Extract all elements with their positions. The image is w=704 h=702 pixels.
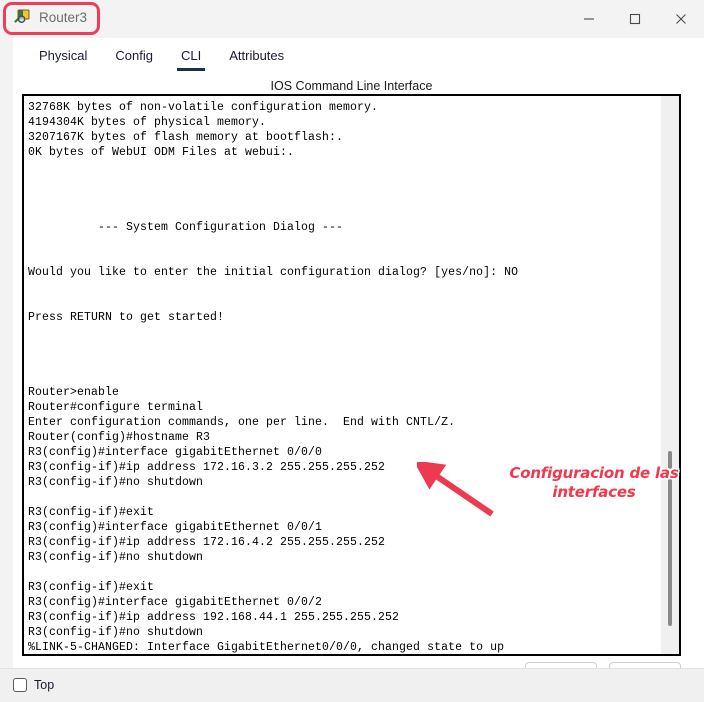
terminal-line: 4194304K bytes of physical memory. — [28, 116, 267, 129]
terminal-line: Router>enable — [28, 386, 120, 399]
terminal-output[interactable]: 32768K bytes of non-volatile configurati… — [24, 96, 661, 654]
minimize-button[interactable] — [566, 0, 612, 38]
maximize-button[interactable] — [612, 0, 658, 38]
cli-panel: Physical Config CLI Attributes IOS Comma… — [13, 38, 690, 685]
router-cli-window: Router3 Physical Config CLI Attributes I… — [0, 0, 704, 702]
tab-physical-label: Physical — [39, 48, 88, 63]
window-scrollbar[interactable] — [691, 38, 704, 668]
terminal-line: R3(config-if)#no shutdown — [28, 476, 204, 489]
terminal-line: Router#configure terminal — [28, 401, 204, 414]
terminal-line: R3(config)#interface gigabitEthernet 0/0… — [28, 596, 323, 609]
close-button[interactable] — [658, 0, 704, 38]
terminal-line: Enter configuration commands, one per li… — [28, 416, 456, 429]
terminal-line: Press RETURN to get started! — [28, 311, 225, 324]
terminal-line: R3(config-if)#ip address 172.16.4.2 255.… — [28, 536, 386, 549]
packet-tracer-router-icon — [14, 9, 31, 26]
terminal-line: --- System Configuration Dialog --- — [28, 221, 344, 234]
tab-config[interactable]: Config — [101, 46, 167, 66]
tab-physical[interactable]: Physical — [25, 46, 101, 66]
top-checkbox[interactable] — [13, 678, 27, 692]
terminal-line: 0K bytes of WebUI ODM Files at webui:. — [28, 146, 295, 159]
terminal-line: R3(config)#interface gigabitEthernet 0/0… — [28, 521, 323, 534]
tab-cli-label: CLI — [181, 48, 202, 63]
terminal-line: R3(config)#interface gigabitEthernet 0/0… — [28, 446, 323, 459]
tab-cli[interactable]: CLI — [167, 46, 215, 71]
terminal-container: 32768K bytes of non-volatile configurati… — [22, 94, 681, 656]
tab-bar: Physical Config CLI Attributes — [13, 46, 298, 74]
tab-config-label: Config — [115, 48, 153, 63]
terminal-line: 32768K bytes of non-volatile configurati… — [28, 101, 379, 114]
window-title-group: Router3 — [14, 9, 87, 26]
terminal-line: R3(config-if)#ip address 172.16.3.2 255.… — [28, 461, 386, 474]
terminal-line: R3(config-if)#no shutdown — [28, 626, 204, 639]
terminal-line: %LINK-5-CHANGED: Interface GigabitEthern… — [28, 641, 505, 654]
window-left-edge — [0, 38, 13, 668]
terminal-scrollbar-thumb[interactable] — [668, 451, 672, 626]
top-checkbox-group[interactable]: Top — [13, 678, 54, 692]
terminal-line: R3(config-if)#exit — [28, 506, 155, 519]
terminal-line: R3(config-if)#exit — [28, 581, 155, 594]
terminal-line: Would you like to enter the initial conf… — [28, 266, 519, 279]
terminal-line: Router(config)#hostname R3 — [28, 431, 211, 444]
terminal-line: R3(config-if)#no shutdown — [28, 551, 204, 564]
terminal-scrollbar[interactable] — [661, 96, 679, 654]
section-title: IOS Command Line Interface — [270, 79, 433, 93]
top-checkbox-label: Top — [34, 678, 55, 692]
terminal-line: 3207167K bytes of flash memory at bootfl… — [28, 131, 344, 144]
window-bottom-bar: Top — [0, 668, 704, 702]
tab-attributes-label: Attributes — [229, 48, 285, 63]
terminal-line: R3(config-if)#ip address 192.168.44.1 25… — [28, 611, 400, 624]
window-titlebar: Router3 — [0, 0, 704, 38]
window-title: Router3 — [39, 10, 88, 25]
window-controls — [566, 0, 704, 38]
tab-attributes[interactable]: Attributes — [215, 46, 298, 66]
